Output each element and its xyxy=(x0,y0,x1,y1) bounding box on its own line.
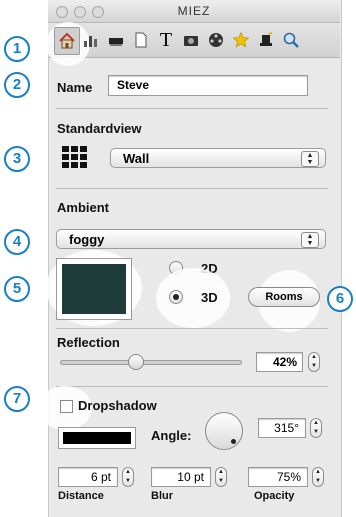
home-icon xyxy=(59,32,75,49)
shadow-color-swatch xyxy=(63,432,131,444)
text-icon: T xyxy=(159,28,173,51)
film-tab-button[interactable] xyxy=(204,27,228,53)
chart-tab-button[interactable] xyxy=(79,27,103,53)
chart-icon xyxy=(84,36,97,47)
grid-icon xyxy=(62,146,88,168)
mode-3d-label: 3D xyxy=(201,290,218,305)
angle-dial[interactable] xyxy=(205,412,243,450)
magnifier-icon xyxy=(283,32,299,48)
window-title: MIEZ xyxy=(177,4,211,18)
divider xyxy=(56,328,328,329)
popup-arrows-icon: ▲ ▼ xyxy=(301,232,319,248)
blur-stepper[interactable]: ▲ ▼ xyxy=(215,467,227,487)
reflection-field[interactable]: 42% xyxy=(256,352,303,372)
distance-field[interactable]: 6 pt xyxy=(58,467,118,487)
opacity-label: Opacity xyxy=(254,490,295,502)
magic-hat-tab-button[interactable] xyxy=(254,27,278,53)
photo-tab-button[interactable] xyxy=(179,27,203,53)
callout-1: 1 xyxy=(4,36,30,62)
reflection-label: Reflection xyxy=(57,335,120,350)
opacity-stepper[interactable]: ▲ ▼ xyxy=(312,467,324,487)
highlight-glow xyxy=(156,268,230,328)
ambient-color-swatch xyxy=(62,264,126,314)
blur-field[interactable]: 10 pt xyxy=(151,467,211,487)
reflection-stepper[interactable]: ▲ ▼ xyxy=(308,352,320,372)
layers-tab-button[interactable] xyxy=(104,27,128,53)
rooms-button[interactable]: Rooms xyxy=(248,287,320,307)
blur-label: Blur xyxy=(151,490,173,502)
callout-2: 2 xyxy=(4,72,30,98)
ambient-popup[interactable]: foggy ▲ ▼ xyxy=(56,229,326,249)
standardview-popup[interactable]: Wall ▲ ▼ xyxy=(110,148,326,168)
dropshadow-label: Dropshadow xyxy=(78,398,157,413)
film-icon xyxy=(209,33,223,47)
distance-stepper[interactable]: ▲ ▼ xyxy=(122,467,134,487)
magic-hat-icon xyxy=(260,32,273,46)
reflection-slider[interactable] xyxy=(60,360,242,365)
star-icon xyxy=(232,31,250,48)
angle-dial-indicator xyxy=(231,439,236,444)
ambient-label: Ambient xyxy=(57,200,109,215)
popup-arrows-icon: ▲ ▼ xyxy=(301,151,319,167)
divider xyxy=(56,188,328,189)
callout-7: 7 xyxy=(4,386,30,412)
angle-label: Angle: xyxy=(151,428,192,443)
callout-4: 4 xyxy=(4,229,30,255)
layers-icon xyxy=(109,38,123,46)
text-tab-button[interactable]: T xyxy=(154,27,178,53)
callout-5: 5 xyxy=(4,276,30,302)
home-tab-button[interactable] xyxy=(54,27,80,55)
magnifier-tab-button[interactable] xyxy=(279,27,303,53)
dropshadow-checkbox[interactable] xyxy=(60,400,73,413)
star-tab-button[interactable] xyxy=(229,27,253,53)
ambient-color-well[interactable] xyxy=(56,258,132,320)
opacity-field[interactable]: 75% xyxy=(248,467,308,487)
photo-icon xyxy=(184,36,198,46)
standardview-value: Wall xyxy=(123,151,150,166)
page-tab-button[interactable] xyxy=(129,27,153,53)
standardview-label: Standardview xyxy=(57,121,142,136)
ambient-value: foggy xyxy=(69,232,105,247)
angle-field[interactable]: 315° xyxy=(258,418,306,438)
name-label: Name xyxy=(57,80,93,95)
shadow-color-well[interactable] xyxy=(58,427,136,449)
callout-6: 6 xyxy=(327,286,353,312)
angle-stepper[interactable]: ▲ ▼ xyxy=(310,418,322,438)
mode-3d-radio[interactable] xyxy=(169,290,183,304)
page-icon xyxy=(135,32,147,48)
distance-label: Distance xyxy=(58,490,104,502)
callout-3: 3 xyxy=(4,146,30,172)
name-field[interactable]: Steve xyxy=(108,75,308,96)
divider xyxy=(56,108,328,109)
divider xyxy=(56,386,328,387)
